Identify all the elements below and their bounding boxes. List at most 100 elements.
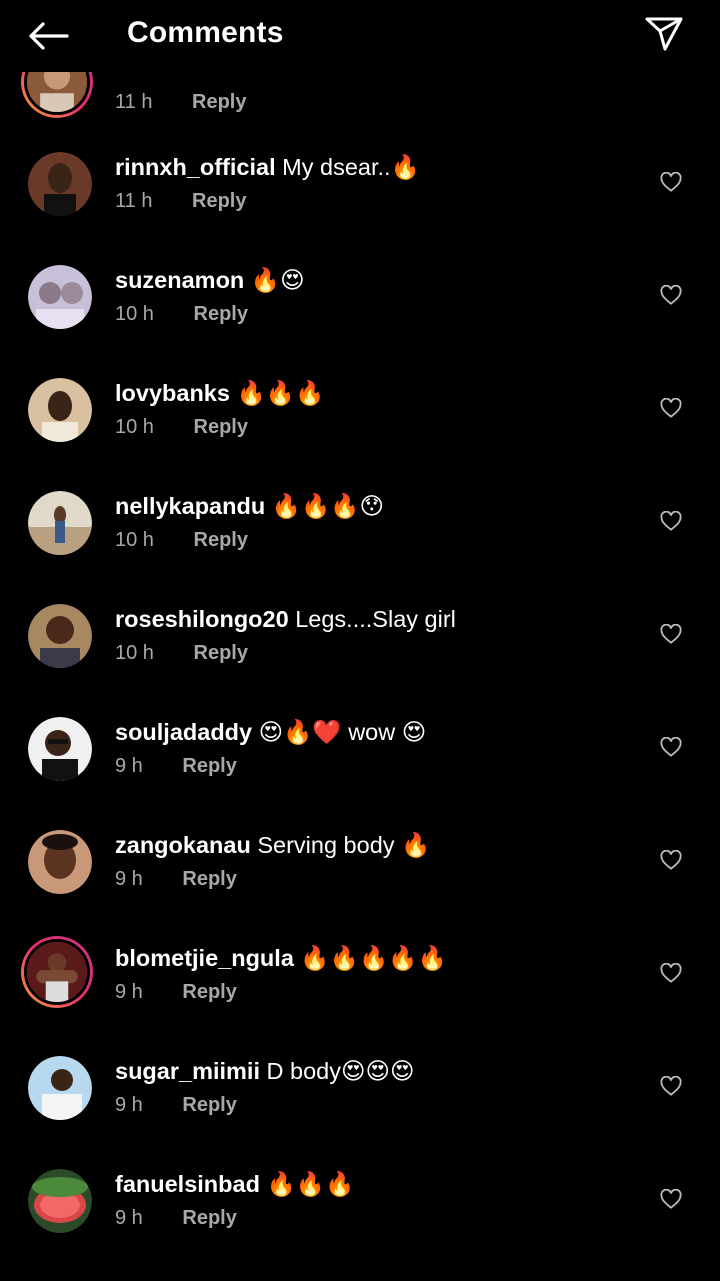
comment-username[interactable]: zangokanau bbox=[115, 832, 251, 858]
avatar[interactable] bbox=[28, 830, 92, 894]
reply-button[interactable]: Reply bbox=[182, 1094, 236, 1117]
avatar[interactable] bbox=[28, 378, 92, 442]
comment-meta: 10 h Reply bbox=[115, 642, 248, 665]
heart-icon[interactable] bbox=[657, 733, 685, 761]
comment-line: suzenamon 🔥😍 bbox=[115, 265, 305, 295]
comment-username[interactable]: souljadaddy bbox=[115, 719, 252, 745]
avatar-image bbox=[28, 717, 92, 781]
comment-username[interactable]: roseshilongo20 bbox=[115, 606, 289, 632]
reply-button[interactable]: Reply bbox=[194, 529, 248, 552]
reply-button[interactable]: Reply bbox=[194, 416, 248, 439]
comment-meta: 9 h Reply bbox=[115, 868, 237, 891]
heart-icon[interactable] bbox=[657, 168, 685, 196]
page-title: Comments bbox=[127, 16, 284, 49]
comment-line: blometjie_ngula 🔥🔥🔥🔥🔥 bbox=[115, 943, 447, 973]
avatar[interactable] bbox=[21, 936, 93, 1008]
comment-time: 9 h bbox=[115, 1094, 143, 1116]
reply-button[interactable]: Reply bbox=[194, 642, 248, 665]
heart-icon[interactable] bbox=[657, 620, 685, 648]
comment-username[interactable]: nellykapandu bbox=[115, 493, 265, 519]
comment-item: suzenamon 🔥😍 10 h Reply bbox=[0, 265, 720, 378]
comment-time: 10 h bbox=[115, 303, 154, 325]
heart-icon[interactable] bbox=[657, 394, 685, 422]
comment-meta: 9 h Reply bbox=[115, 981, 237, 1004]
avatar-image bbox=[28, 604, 92, 668]
avatar[interactable] bbox=[28, 604, 92, 668]
avatar-image bbox=[24, 939, 90, 1005]
comment-meta: 10 h Reply bbox=[115, 416, 248, 439]
avatar-image bbox=[28, 1169, 92, 1233]
avatar[interactable] bbox=[28, 1056, 92, 1120]
reply-button[interactable]: Reply bbox=[194, 303, 248, 326]
comment-line: sugar_miimii D body😍😍😍 bbox=[115, 1056, 414, 1086]
comment-meta: 10 h Reply bbox=[115, 303, 248, 326]
reply-button[interactable]: Reply bbox=[192, 91, 246, 114]
comment-text: 🔥🔥🔥🔥🔥 bbox=[300, 945, 447, 971]
comment-time: 9 h bbox=[115, 755, 143, 777]
comment-text: Serving body 🔥 bbox=[257, 832, 431, 858]
comment-time: 9 h bbox=[115, 868, 143, 890]
comment-text: D body😍😍😍 bbox=[266, 1058, 415, 1084]
comment-line: rinnxh_official My dsear..🔥 bbox=[115, 152, 420, 182]
send-button[interactable] bbox=[640, 12, 688, 56]
avatar-image bbox=[28, 1056, 92, 1120]
comment-username[interactable]: blometjie_ngula bbox=[115, 945, 294, 971]
reply-button[interactable]: Reply bbox=[192, 190, 246, 213]
comment-item: souljadaddy 😍🔥❤️ wow 😍 9 h Reply bbox=[0, 717, 720, 830]
avatar-image bbox=[28, 265, 92, 329]
comment-time: 11 h bbox=[115, 190, 153, 212]
comment-line: lovybanks 🔥🔥🔥 bbox=[115, 378, 324, 408]
comment-time: 10 h bbox=[115, 416, 154, 438]
comment-text: 🔥🔥🔥 bbox=[266, 1171, 355, 1197]
comment-item: zangokanau Serving body 🔥 9 h Reply bbox=[0, 830, 720, 943]
comment-item: blometjie_ngula 🔥🔥🔥🔥🔥 9 h Reply bbox=[0, 936, 720, 1056]
heart-icon[interactable] bbox=[657, 281, 685, 309]
comment-line: zangokanau Serving body 🔥 bbox=[115, 830, 430, 860]
comment-username[interactable]: lovybanks bbox=[115, 380, 230, 406]
comment-meta: 11 h Reply bbox=[115, 190, 246, 213]
comment-item: nellykapandu 🔥🔥🔥😯 10 h Reply bbox=[0, 491, 720, 604]
comment-text: 🔥🔥🔥 bbox=[236, 380, 325, 406]
arrow-left-icon bbox=[29, 22, 69, 50]
comment-meta: 9 h Reply bbox=[115, 1094, 237, 1117]
header-bar: Comments bbox=[0, 0, 720, 72]
comment-meta: 11 h Reply bbox=[115, 91, 246, 114]
avatar[interactable] bbox=[28, 1169, 92, 1233]
comment-username[interactable]: sugar_miimii bbox=[115, 1058, 260, 1084]
comment-meta: 9 h Reply bbox=[115, 1207, 237, 1230]
avatar[interactable] bbox=[28, 152, 92, 216]
comment-item: fanuelsinbad 🔥🔥🔥 9 h Reply bbox=[0, 1169, 720, 1281]
comment-item: roseshilongo20 Legs....Slay girl 10 h Re… bbox=[0, 604, 720, 717]
comment-line: fanuelsinbad 🔥🔥🔥 bbox=[115, 1169, 354, 1199]
comment-item: rinnxh_official My dsear..🔥 11 h Reply bbox=[0, 152, 720, 265]
reply-button[interactable]: Reply bbox=[182, 1207, 236, 1230]
heart-icon[interactable] bbox=[657, 1072, 685, 1100]
reply-button[interactable]: Reply bbox=[182, 981, 236, 1004]
heart-icon[interactable] bbox=[657, 1185, 685, 1213]
avatar-image bbox=[28, 152, 92, 216]
send-icon bbox=[645, 17, 683, 51]
comment-line: nellykapandu 🔥🔥🔥😯 bbox=[115, 491, 384, 521]
comment-item: lovybanks 🔥🔥🔥 10 h Reply bbox=[0, 378, 720, 491]
avatar[interactable] bbox=[28, 491, 92, 555]
heart-icon[interactable] bbox=[657, 846, 685, 874]
comment-time: 10 h bbox=[115, 642, 154, 664]
comment-username[interactable]: rinnxh_official bbox=[115, 154, 276, 180]
comment-meta: 10 h Reply bbox=[115, 529, 248, 552]
comment-username[interactable]: fanuelsinbad bbox=[115, 1171, 260, 1197]
comment-text: 🔥😍 bbox=[250, 267, 305, 293]
comment-line: roseshilongo20 Legs....Slay girl bbox=[115, 604, 456, 634]
reply-button[interactable]: Reply bbox=[182, 755, 236, 778]
back-button[interactable] bbox=[24, 14, 72, 58]
heart-icon[interactable] bbox=[657, 507, 685, 535]
heart-icon[interactable] bbox=[657, 959, 685, 987]
avatar[interactable] bbox=[28, 717, 92, 781]
avatar[interactable] bbox=[28, 265, 92, 329]
comment-username[interactable]: suzenamon bbox=[115, 267, 244, 293]
comment-meta: 9 h Reply bbox=[115, 755, 237, 778]
comment-time: 9 h bbox=[115, 981, 143, 1003]
comments-list[interactable]: 11 h Reply rinnxh_official My dsear..🔥 1… bbox=[0, 0, 720, 1281]
comment-time: 9 h bbox=[115, 1207, 143, 1229]
reply-button[interactable]: Reply bbox=[182, 868, 236, 891]
comment-time: 11 h bbox=[115, 91, 153, 113]
